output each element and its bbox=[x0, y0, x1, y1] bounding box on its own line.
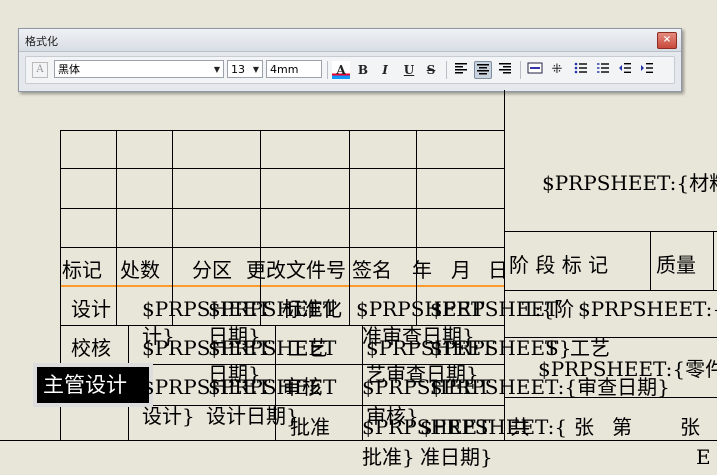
align-center-icon[interactable] bbox=[474, 61, 492, 79]
toolbar-title: 格式化 bbox=[25, 35, 58, 48]
label-stage: 阶 段 标 记 bbox=[509, 253, 609, 277]
grid-line bbox=[260, 130, 261, 325]
font-color-icon[interactable]: A bbox=[332, 61, 350, 79]
label-sign: 签名 bbox=[352, 258, 392, 282]
chevron-down-icon: ▼ bbox=[252, 65, 259, 74]
attr-text[interactable]: 第 bbox=[612, 416, 632, 438]
toolbar-separator bbox=[520, 61, 521, 79]
attr-text[interactable]: 张 bbox=[574, 416, 594, 438]
toolbar-titlebar[interactable]: 格式化 × bbox=[19, 29, 681, 52]
char-height-input[interactable]: 4mm bbox=[266, 60, 322, 78]
chevron-down-icon: ▼ bbox=[213, 65, 220, 74]
attr-text[interactable]: 标准化 bbox=[282, 298, 342, 320]
label-day: 日 bbox=[488, 258, 508, 282]
selection-guide-line bbox=[60, 285, 504, 287]
label-change-doc: 更改文件号 bbox=[246, 258, 346, 282]
label-check: 校核 bbox=[71, 336, 111, 360]
attr-text[interactable]: 工艺 bbox=[570, 337, 610, 359]
char-height-value: 4mm bbox=[270, 63, 299, 76]
grid-line bbox=[504, 231, 717, 232]
attr-text[interactable]: T:{阶 bbox=[522, 298, 574, 320]
label-zone: 分区 bbox=[192, 258, 232, 282]
grid-icon[interactable]: ⁜ bbox=[548, 61, 566, 79]
label-weight: 质量 bbox=[656, 253, 696, 277]
text-style-icon[interactable]: A bbox=[32, 62, 48, 78]
material-field[interactable]: $PRPSHEET:{材料 bbox=[542, 172, 717, 194]
italic-icon[interactable]: I bbox=[376, 61, 394, 79]
toolbar-controls: A 黑体 ▼ 13 ▼ 4mm A B I U S ⁜ bbox=[25, 56, 675, 84]
align-right-icon[interactable] bbox=[496, 61, 514, 79]
attr-text[interactable]: 共 bbox=[510, 416, 530, 438]
label-chief-design: 主管设计 bbox=[43, 373, 127, 397]
selected-text-box[interactable]: 主管设计 bbox=[33, 363, 153, 407]
toolbar-separator bbox=[446, 61, 447, 79]
grid-line bbox=[504, 290, 717, 291]
label-design: 设计 bbox=[71, 297, 111, 321]
attr-text[interactable]: 审核 bbox=[282, 376, 322, 398]
attr-text[interactable]: 张 bbox=[680, 416, 700, 438]
attr-text[interactable]: $PRPSHEET:{ bbox=[420, 416, 567, 438]
bold-icon[interactable]: B bbox=[354, 61, 372, 79]
underline-icon[interactable]: U bbox=[400, 61, 418, 79]
label-month: 月 bbox=[451, 258, 471, 282]
font-size-select[interactable]: 13 ▼ bbox=[227, 60, 263, 78]
label-mark: 标记 bbox=[62, 258, 102, 282]
attr-text[interactable]: 设计} bbox=[142, 405, 195, 427]
attr-text[interactable]: S} bbox=[545, 337, 571, 359]
attr-text[interactable]: 设计日期} bbox=[206, 405, 299, 427]
label-count: 处数 bbox=[120, 258, 160, 282]
attr-text[interactable]: $PRPSHEET:{阶 bbox=[578, 298, 717, 320]
grid-line bbox=[60, 168, 504, 169]
attr-text[interactable]: 批准} bbox=[362, 446, 415, 468]
grid-line bbox=[116, 130, 117, 325]
toolbar-separator bbox=[327, 61, 328, 79]
indent-icon[interactable] bbox=[638, 61, 656, 79]
grid-line bbox=[60, 247, 504, 248]
attr-text[interactable]: $PRPSHEET bbox=[430, 337, 558, 359]
label-year: 年 bbox=[412, 258, 432, 282]
outdent-icon[interactable] bbox=[616, 61, 634, 79]
attr-text[interactable]: 批准 bbox=[290, 416, 330, 438]
font-name-select[interactable]: 黑体 ▼ bbox=[54, 60, 224, 78]
insert-frame-icon[interactable] bbox=[526, 61, 544, 79]
font-size-value: 13 bbox=[231, 63, 245, 76]
grid-line bbox=[172, 130, 173, 325]
grid-line bbox=[650, 231, 651, 290]
grid-line bbox=[0, 440, 717, 441]
font-name-value: 黑体 bbox=[58, 63, 80, 76]
bulleted-list-icon[interactable] bbox=[594, 61, 612, 79]
attr-text[interactable]: 工艺 bbox=[288, 337, 328, 359]
grid-line bbox=[416, 130, 417, 325]
grid-line bbox=[713, 231, 714, 290]
numbered-list-icon[interactable] bbox=[572, 61, 590, 79]
grid-line bbox=[349, 130, 350, 325]
grid-line bbox=[60, 130, 504, 131]
close-button[interactable]: × bbox=[657, 32, 677, 49]
attr-text[interactable]: 准日期} bbox=[420, 446, 493, 468]
strikethrough-icon[interactable]: S bbox=[422, 61, 440, 79]
attr-text[interactable]: E bbox=[696, 446, 711, 468]
format-toolbar: 格式化 × A 黑体 ▼ 13 ▼ 4mm A B I U S ⁜ bbox=[18, 28, 682, 92]
attr-text[interactable]: $PRPSHEET:{审查日期} bbox=[430, 376, 670, 398]
grid-line bbox=[60, 208, 504, 209]
align-left-icon[interactable] bbox=[452, 61, 470, 79]
